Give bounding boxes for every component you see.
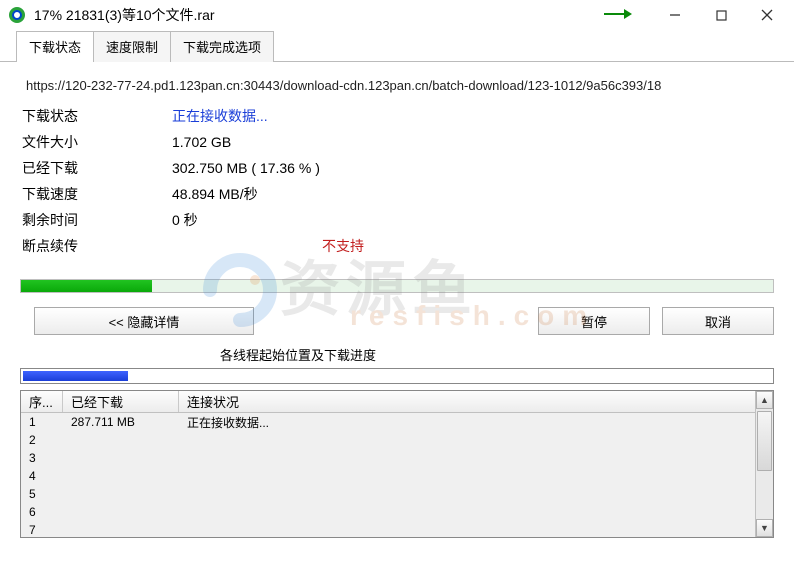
tab-download-status[interactable]: 下载状态 <box>16 31 94 62</box>
threads-position-bar <box>20 368 774 384</box>
maximize-button[interactable] <box>698 0 744 30</box>
cell-status: 正在接收数据... <box>179 414 755 431</box>
remaining-label: 剩余时间 <box>22 210 172 230</box>
filesize-value: 1.702 GB <box>172 134 231 150</box>
idm-app-icon <box>8 6 26 24</box>
pause-button[interactable]: 暂停 <box>538 307 650 335</box>
cancel-button[interactable]: 取消 <box>662 307 774 335</box>
window-title: 17% 21831(3)等10个文件.rar <box>34 5 215 25</box>
col-header-downloaded[interactable]: 已经下载 <box>63 391 179 412</box>
cell-num: 6 <box>21 505 63 519</box>
cell-num: 7 <box>21 523 63 537</box>
table-row[interactable]: 4 <box>21 467 755 485</box>
table-row[interactable]: 2 <box>21 431 755 449</box>
cell-num: 5 <box>21 487 63 501</box>
speed-label: 下载速度 <box>22 184 172 204</box>
titlebar: 17% 21831(3)等10个文件.rar <box>0 0 794 30</box>
info-panel: https://120-232-77-24.pd1.123pan.cn:3044… <box>0 62 794 267</box>
status-value: 正在接收数据... <box>172 106 268 126</box>
threads-section-title: 各线程起始位置及下载进度 <box>0 341 794 368</box>
main-progress-bar <box>20 279 774 293</box>
cell-num: 4 <box>21 469 63 483</box>
resume-label: 断点续传 <box>22 236 172 256</box>
speed-value: 48.894 MB/秒 <box>172 184 258 204</box>
download-url: https://120-232-77-24.pd1.123pan.cn:3044… <box>22 72 774 103</box>
tab-on-complete[interactable]: 下载完成选项 <box>170 31 274 62</box>
transfer-arrow-icon <box>604 8 632 23</box>
thread-table: 序... 已经下载 连接状况 1 287.711 MB 正在接收数据... 2 … <box>20 390 774 538</box>
downloaded-value: 302.750 MB ( 17.36 % ) <box>172 160 320 176</box>
status-label: 下载状态 <box>22 106 172 126</box>
main-progress-fill <box>21 280 152 292</box>
tab-speed-limit[interactable]: 速度限制 <box>93 31 171 62</box>
tab-bar: 下载状态 速度限制 下载完成选项 <box>0 30 794 62</box>
filesize-label: 文件大小 <box>22 132 172 152</box>
scroll-up-icon[interactable]: ▲ <box>756 391 773 409</box>
close-button[interactable] <box>744 0 790 30</box>
cell-num: 2 <box>21 433 63 447</box>
cell-num: 1 <box>21 415 63 429</box>
minimize-button[interactable] <box>652 0 698 30</box>
cell-downloaded: 287.711 MB <box>63 415 179 429</box>
col-header-status[interactable]: 连接状况 <box>179 391 773 412</box>
resume-value: 不支持 <box>322 236 364 256</box>
table-row[interactable]: 5 <box>21 485 755 503</box>
table-row[interactable]: 1 287.711 MB 正在接收数据... <box>21 413 755 431</box>
threads-position-fill <box>23 371 128 381</box>
scroll-down-icon[interactable]: ▼ <box>756 519 773 537</box>
hide-details-button[interactable]: << 隐藏详情 <box>34 307 254 335</box>
thread-table-header: 序... 已经下载 连接状况 <box>21 391 773 413</box>
button-row: << 隐藏详情 暂停 取消 <box>0 303 794 341</box>
cell-num: 3 <box>21 451 63 465</box>
downloaded-label: 已经下载 <box>22 158 172 178</box>
col-header-number[interactable]: 序... <box>21 391 63 412</box>
table-row[interactable]: 7 <box>21 521 755 537</box>
table-row[interactable]: 6 <box>21 503 755 521</box>
scroll-thumb[interactable] <box>757 411 772 471</box>
thread-table-body: 1 287.711 MB 正在接收数据... 2 3 4 5 6 <box>21 413 755 537</box>
table-row[interactable]: 3 <box>21 449 755 467</box>
thread-table-scrollbar[interactable]: ▲ ▼ <box>755 391 773 537</box>
remaining-value: 0 秒 <box>172 210 198 230</box>
